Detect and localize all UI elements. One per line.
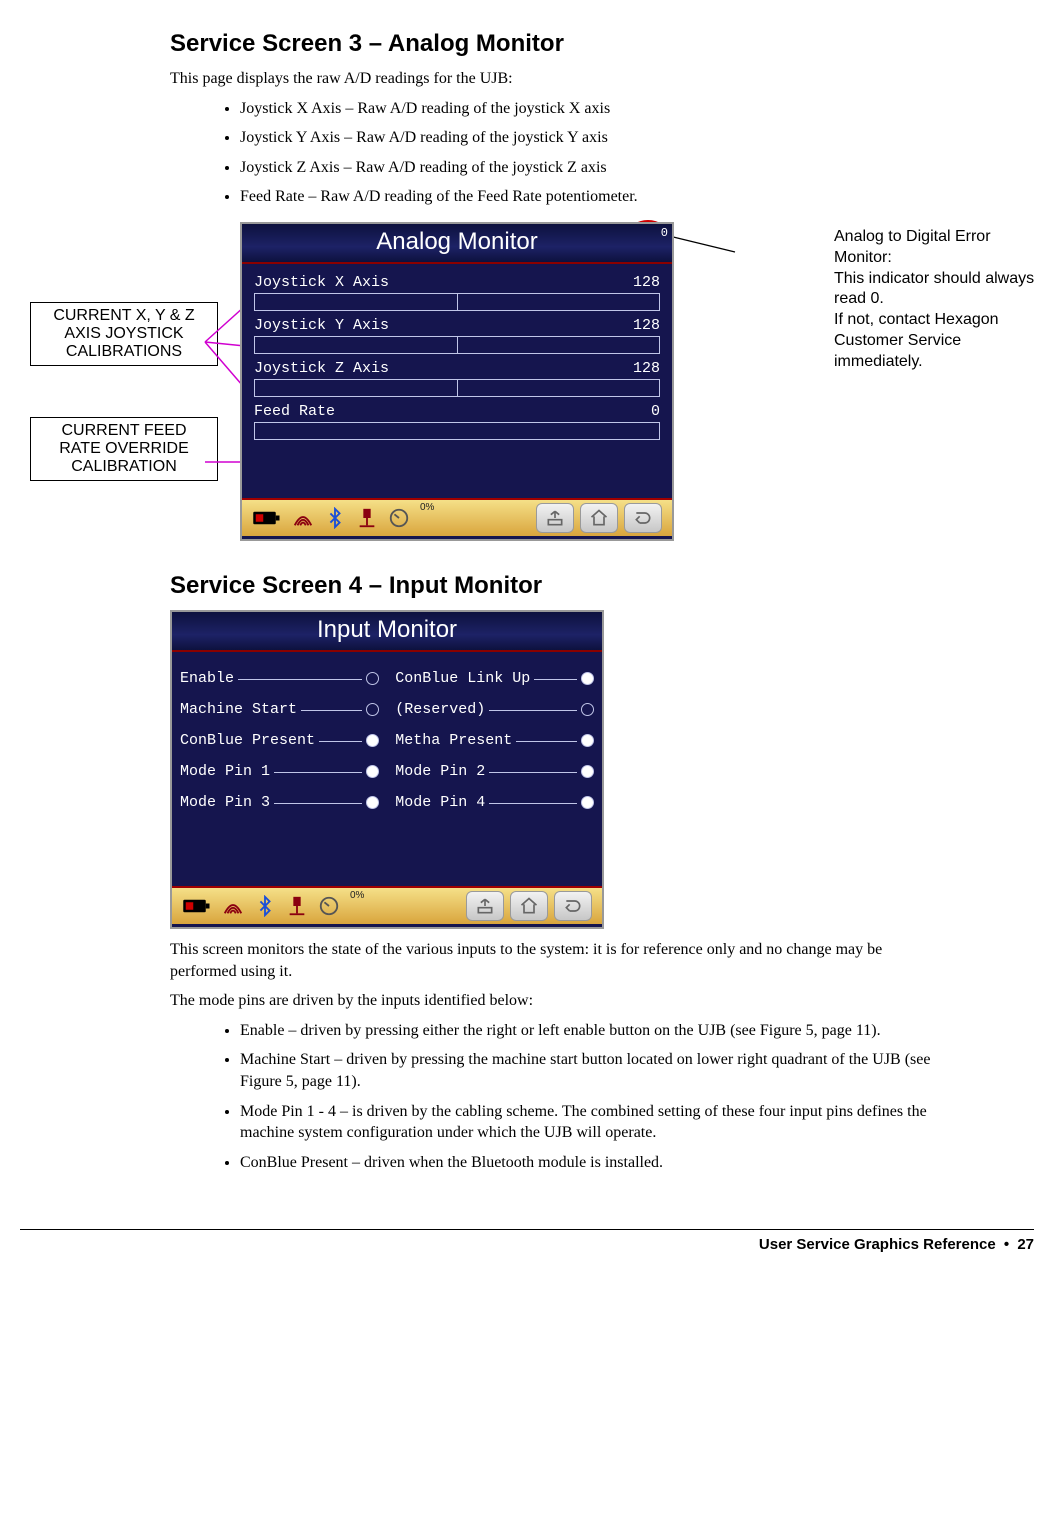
gauge-percent-label: 0% bbox=[420, 502, 434, 513]
input-label: Metha Present bbox=[395, 732, 512, 749]
list-item: Feed Rate – Raw A/D reading of the Feed … bbox=[240, 186, 944, 208]
device-screen-title: Analog Monitor 0 bbox=[242, 224, 672, 264]
probe-icon bbox=[356, 507, 378, 529]
device-screen-analog-monitor: Analog Monitor 0 Joystick X Axis 128 Joys… bbox=[240, 222, 674, 541]
input-row: Mode Pin 3 Mode Pin 4 bbox=[180, 794, 594, 811]
signal-icon bbox=[292, 507, 314, 529]
input-state-indicator bbox=[366, 796, 379, 809]
input-cell: Machine Start bbox=[180, 701, 379, 718]
input-cell: Mode Pin 2 bbox=[395, 763, 594, 780]
input-label: Mode Pin 1 bbox=[180, 763, 270, 780]
back-button[interactable] bbox=[466, 891, 504, 921]
input-state-indicator bbox=[581, 796, 594, 809]
input-cell: Enable bbox=[180, 670, 379, 687]
reading-row-joystick-y: Joystick Y Axis 128 bbox=[254, 317, 660, 354]
input-monitor-description: This screen monitors the state of the va… bbox=[170, 939, 944, 982]
input-state-indicator bbox=[366, 703, 379, 716]
device-screen-title-text: Input Monitor bbox=[317, 616, 457, 643]
input-state-indicator bbox=[366, 765, 379, 778]
input-row: Machine Start (Reserved) bbox=[180, 701, 594, 718]
list-item: Machine Start – driven by pressing the m… bbox=[240, 1049, 944, 1092]
home-button[interactable] bbox=[510, 891, 548, 921]
device-screen-input-monitor: Input Monitor Enable ConBlue Link Up Machi… bbox=[170, 610, 604, 929]
gauge-percent-label: 0% bbox=[350, 890, 364, 901]
reading-row-joystick-x: Joystick X Axis 128 bbox=[254, 274, 660, 311]
error-indicator-value: 0 bbox=[661, 226, 668, 240]
input-row: Enable ConBlue Link Up bbox=[180, 670, 594, 687]
input-label: Mode Pin 4 bbox=[395, 794, 485, 811]
input-label: Machine Start bbox=[180, 701, 297, 718]
list-item: Joystick X Axis – Raw A/D reading of the… bbox=[240, 98, 944, 120]
reading-label: Joystick Y Axis bbox=[254, 317, 389, 334]
list-item: Mode Pin 1 - 4 – is driven by the cablin… bbox=[240, 1101, 944, 1144]
input-state-indicator bbox=[581, 734, 594, 747]
page-footer: User Service Graphics Reference • 27 bbox=[0, 1236, 1054, 1277]
back-button[interactable] bbox=[536, 503, 574, 533]
input-cell: ConBlue Present bbox=[180, 732, 379, 749]
input-row: Mode Pin 1 Mode Pin 2 bbox=[180, 763, 594, 780]
input-state-indicator bbox=[581, 765, 594, 778]
reading-value: 0 bbox=[651, 403, 660, 420]
input-cell: Metha Present bbox=[395, 732, 594, 749]
footer-title: User Service Graphics Reference bbox=[759, 1236, 996, 1253]
gauge-icon bbox=[318, 895, 340, 917]
section-heading-input-monitor: Service Screen 4 – Input Monitor bbox=[170, 572, 944, 600]
device-toolbar: 0% bbox=[242, 498, 672, 536]
list-item: Joystick Z Axis – Raw A/D reading of the… bbox=[240, 157, 944, 179]
reading-label: Joystick Z Axis bbox=[254, 360, 389, 377]
input-label: (Reserved) bbox=[395, 701, 485, 718]
battery-icon bbox=[252, 503, 282, 533]
callout-feed-rate: CURRENT FEED RATE OVERRIDE CALIBRATION bbox=[30, 417, 218, 481]
device-screen-title-text: Analog Monitor bbox=[376, 228, 537, 255]
mode-pins-intro: The mode pins are driven by the inputs i… bbox=[170, 990, 944, 1012]
list-item: Joystick Y Axis – Raw A/D reading of the… bbox=[240, 127, 944, 149]
input-label: ConBlue Link Up bbox=[395, 670, 530, 687]
figure-analog-monitor: CURRENT X, Y & Z AXIS JOYSTICK CALIBRATI… bbox=[20, 222, 944, 552]
reading-value: 128 bbox=[633, 274, 660, 291]
input-cell: Mode Pin 3 bbox=[180, 794, 379, 811]
input-label: ConBlue Present bbox=[180, 732, 315, 749]
bluetooth-icon bbox=[324, 507, 346, 529]
input-label: Enable bbox=[180, 670, 234, 687]
input-cell: ConBlue Link Up bbox=[395, 670, 594, 687]
analog-intro-list: Joystick X Axis – Raw A/D reading of the… bbox=[220, 98, 944, 208]
footer-page-number: 27 bbox=[1017, 1236, 1034, 1253]
reading-value: 128 bbox=[633, 317, 660, 334]
reading-label: Joystick X Axis bbox=[254, 274, 389, 291]
footer-separator: • bbox=[1000, 1236, 1013, 1253]
gauge-icon bbox=[388, 507, 410, 529]
device-toolbar: 0% bbox=[172, 886, 602, 924]
signal-icon bbox=[222, 895, 244, 917]
input-label: Mode Pin 3 bbox=[180, 794, 270, 811]
input-cell: Mode Pin 1 bbox=[180, 763, 379, 780]
input-state-indicator bbox=[581, 703, 594, 716]
bluetooth-icon bbox=[254, 895, 276, 917]
input-state-indicator bbox=[581, 672, 594, 685]
intro-text: This page displays the raw A/D readings … bbox=[170, 68, 944, 90]
home-button[interactable] bbox=[580, 503, 618, 533]
input-state-indicator bbox=[366, 672, 379, 685]
section-heading-analog-monitor: Service Screen 3 – Analog Monitor bbox=[170, 30, 944, 58]
probe-icon bbox=[286, 895, 308, 917]
next-button[interactable] bbox=[554, 891, 592, 921]
side-note-error-monitor: Analog to Digital Error Monitor: This in… bbox=[834, 227, 1044, 373]
input-state-indicator bbox=[366, 734, 379, 747]
reading-label: Feed Rate bbox=[254, 403, 335, 420]
list-item: Enable – driven by pressing either the r… bbox=[240, 1020, 944, 1042]
device-screen-title: Input Monitor bbox=[172, 612, 602, 652]
reading-row-feed-rate: Feed Rate 0 bbox=[254, 403, 660, 440]
footer-rule bbox=[20, 1229, 1034, 1230]
input-label: Mode Pin 2 bbox=[395, 763, 485, 780]
input-monitor-list: Enable – driven by pressing either the r… bbox=[220, 1020, 944, 1174]
list-item: ConBlue Present – driven when the Blueto… bbox=[240, 1152, 944, 1174]
next-button[interactable] bbox=[624, 503, 662, 533]
reading-value: 128 bbox=[633, 360, 660, 377]
callout-joystick-axes: CURRENT X, Y & Z AXIS JOYSTICK CALIBRATI… bbox=[30, 302, 218, 366]
input-cell: (Reserved) bbox=[395, 701, 594, 718]
input-cell: Mode Pin 4 bbox=[395, 794, 594, 811]
reading-row-joystick-z: Joystick Z Axis 128 bbox=[254, 360, 660, 397]
input-row: ConBlue Present Metha Present bbox=[180, 732, 594, 749]
battery-icon bbox=[182, 891, 212, 921]
